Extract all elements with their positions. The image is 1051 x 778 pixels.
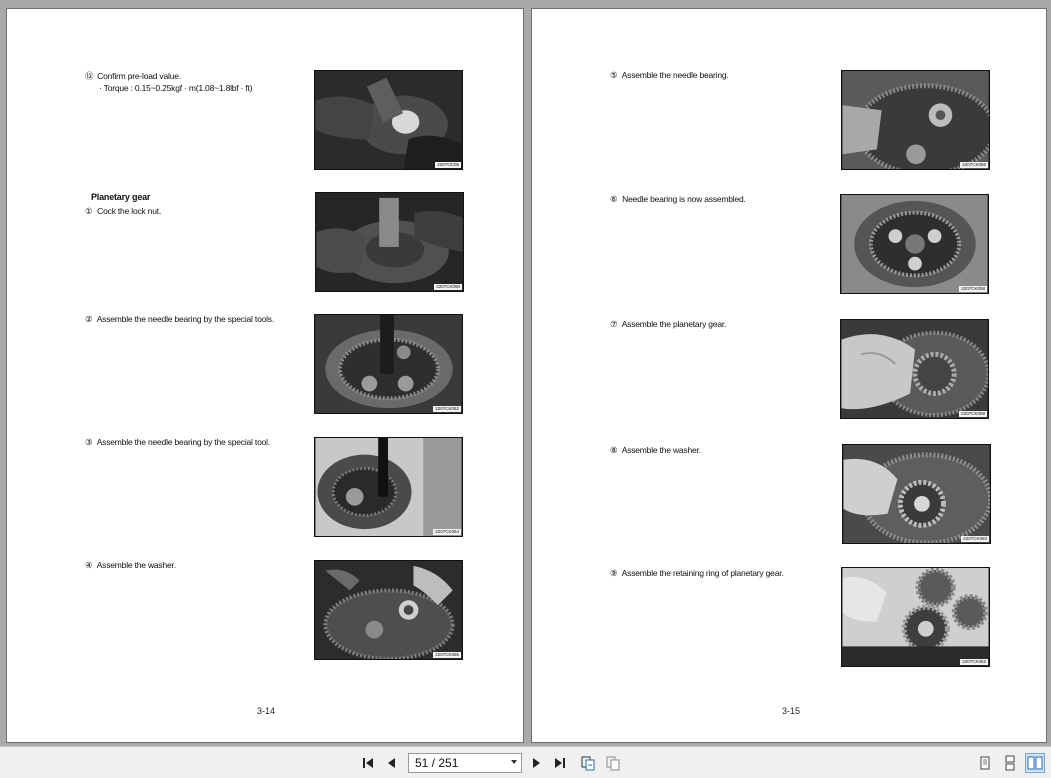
step-9: ⑨ Assemble the retaining ring of planeta…	[610, 568, 784, 578]
continuous-view-icon	[1005, 755, 1015, 771]
photo-planetary-gear	[841, 320, 988, 418]
step-5: ⑤ Assemble the needle bearing.	[610, 70, 729, 80]
last-page-icon	[555, 758, 565, 768]
photo-washer	[315, 561, 462, 659]
page-number: 3-15	[782, 706, 801, 716]
photo-needle-bearing-assembled	[841, 195, 988, 293]
first-page-button[interactable]	[358, 753, 378, 773]
page-number-select[interactable]: 51 / 251	[408, 753, 522, 773]
last-page-button[interactable]	[550, 753, 570, 773]
torque-spec: · Torque : 0.15~0.25kgf · m(1.08~1.8lbf …	[99, 83, 253, 93]
next-page-button[interactable]	[526, 753, 546, 773]
viewer-toolbar: 51 / 251	[0, 746, 1051, 778]
photo-needle-bearing-tool	[315, 438, 462, 536]
step-photo: 2207CK059	[840, 319, 989, 419]
step-photo: 2207CK055	[314, 560, 463, 660]
step-photo: 2207CK052	[314, 314, 463, 414]
first-page-icon	[363, 758, 373, 768]
step-7: ⑦ Assemble the planetary gear.	[610, 319, 727, 329]
fit-width-button[interactable]	[578, 753, 598, 773]
photo-washer-right	[843, 445, 990, 543]
step-2: ② Assemble the needle bearing by the spe…	[85, 314, 275, 324]
step-1: ① Cock the lock nut.	[85, 206, 162, 216]
single-page-view-icon	[980, 756, 990, 770]
step-8: ⑧ Assemble the washer.	[610, 445, 701, 455]
section-heading: Planetary gear	[91, 192, 151, 202]
step-photo: 2207CK062	[841, 567, 990, 667]
step-12: ⑫ Confirm pre-load value.	[85, 71, 181, 81]
photo-retaining-ring	[842, 568, 989, 666]
continuous-view-button[interactable]	[1000, 753, 1020, 773]
photo-preload-check	[315, 71, 462, 169]
document-viewer: ⑫ Confirm pre-load value. · Torque : 0.1…	[0, 0, 1051, 746]
page-indicator: 51 / 251	[415, 756, 459, 770]
fit-page-icon	[606, 756, 620, 771]
two-page-view-button[interactable]	[1025, 753, 1045, 773]
single-page-view-button[interactable]	[975, 753, 995, 773]
page-number: 3-14	[257, 706, 276, 716]
photo-needle-bearing-tools	[315, 315, 462, 413]
next-page-icon	[533, 758, 540, 768]
photo-needle-bearing	[842, 71, 989, 169]
step-6: ⑥ Needle bearing is now assembled.	[610, 194, 746, 204]
step-photo: 2207CK058	[840, 194, 989, 294]
step-photo: 2207CK054	[314, 437, 463, 537]
step-photo: 2207CK050	[315, 192, 464, 292]
left-page: ⑫ Confirm pre-load value. · Torque : 0.1…	[6, 8, 524, 743]
prev-page-button[interactable]	[382, 753, 402, 773]
photo-lock-nut	[316, 193, 463, 291]
step-4: ④ Assemble the washer.	[85, 560, 176, 570]
step-3: ③ Assemble the needle bearing by the spe…	[85, 437, 270, 447]
fit-page-button[interactable]	[603, 753, 623, 773]
chevron-down-icon	[511, 760, 517, 764]
step-photo: 2207OC06	[314, 70, 463, 170]
right-page: ⑤ Assemble the needle bearing. 2207CK056…	[531, 8, 1047, 743]
two-page-view-icon	[1027, 756, 1043, 770]
prev-page-icon	[388, 758, 395, 768]
step-photo: 2207CK060	[842, 444, 991, 544]
fit-width-icon	[581, 756, 595, 771]
step-photo: 2207CK056	[841, 70, 990, 170]
